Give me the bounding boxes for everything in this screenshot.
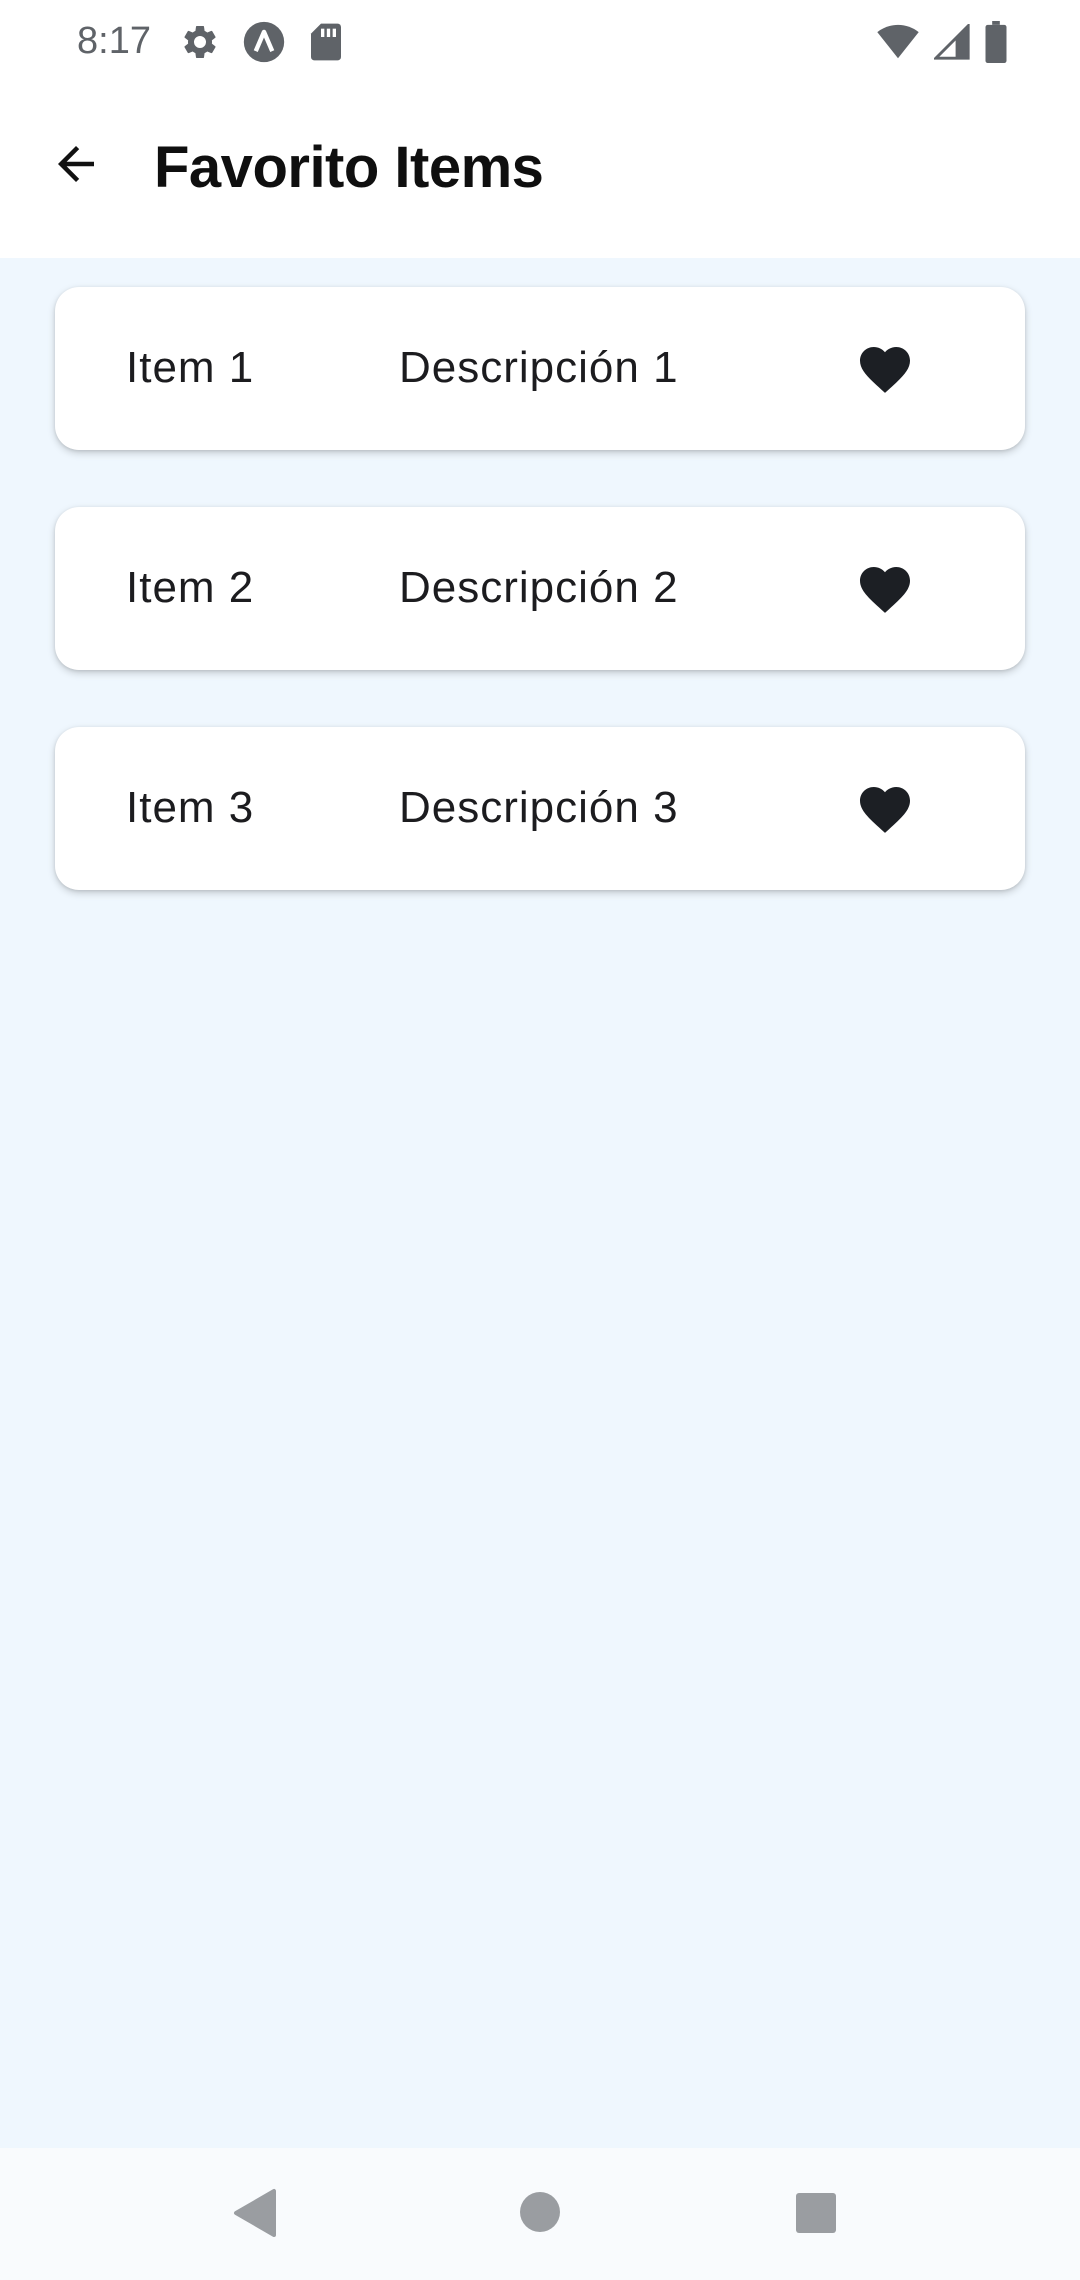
wifi-icon bbox=[876, 24, 920, 65]
nav-home-icon[interactable] bbox=[518, 2190, 562, 2239]
heart-icon bbox=[855, 559, 915, 620]
nav-recents-icon[interactable] bbox=[795, 2192, 837, 2239]
heart-icon bbox=[855, 339, 915, 400]
page-title: Favorito Items bbox=[154, 135, 544, 200]
navigation-bar bbox=[0, 2148, 1080, 2280]
favorite-button[interactable] bbox=[845, 769, 925, 849]
heart-icon bbox=[855, 779, 915, 840]
list-item[interactable]: Item 3 Descripción 3 bbox=[55, 727, 1025, 890]
favorite-button[interactable] bbox=[845, 329, 925, 409]
list-item[interactable]: Item 1 Descripción 1 bbox=[55, 287, 1025, 450]
status-time: 8:17 bbox=[77, 20, 151, 62]
status-icons-left bbox=[180, 20, 344, 69]
arrow-back-icon bbox=[49, 137, 103, 196]
back-button[interactable] bbox=[40, 130, 112, 202]
status-icons-right bbox=[876, 20, 1008, 68]
status-bar: 8:17 bbox=[0, 0, 1080, 88]
nav-back-icon[interactable] bbox=[232, 2188, 278, 2243]
item-description: Descripción 3 bbox=[399, 783, 679, 832]
favorites-list: Item 1 Descripción 1 Item 2 Descripción … bbox=[0, 258, 1080, 2148]
list-item[interactable]: Item 2 Descripción 2 bbox=[55, 507, 1025, 670]
favorite-button[interactable] bbox=[845, 549, 925, 629]
cellular-signal-icon bbox=[932, 21, 970, 65]
item-title: Item 3 bbox=[126, 783, 255, 832]
app-a-icon bbox=[242, 20, 286, 69]
item-description: Descripción 2 bbox=[399, 563, 679, 612]
item-title: Item 1 bbox=[126, 343, 255, 392]
battery-icon bbox=[984, 20, 1008, 68]
sd-card-icon bbox=[308, 22, 344, 67]
settings-icon bbox=[180, 22, 220, 67]
item-description: Descripción 1 bbox=[399, 343, 679, 392]
app-bar: Favorito Items bbox=[0, 88, 1080, 258]
item-title: Item 2 bbox=[126, 563, 255, 612]
